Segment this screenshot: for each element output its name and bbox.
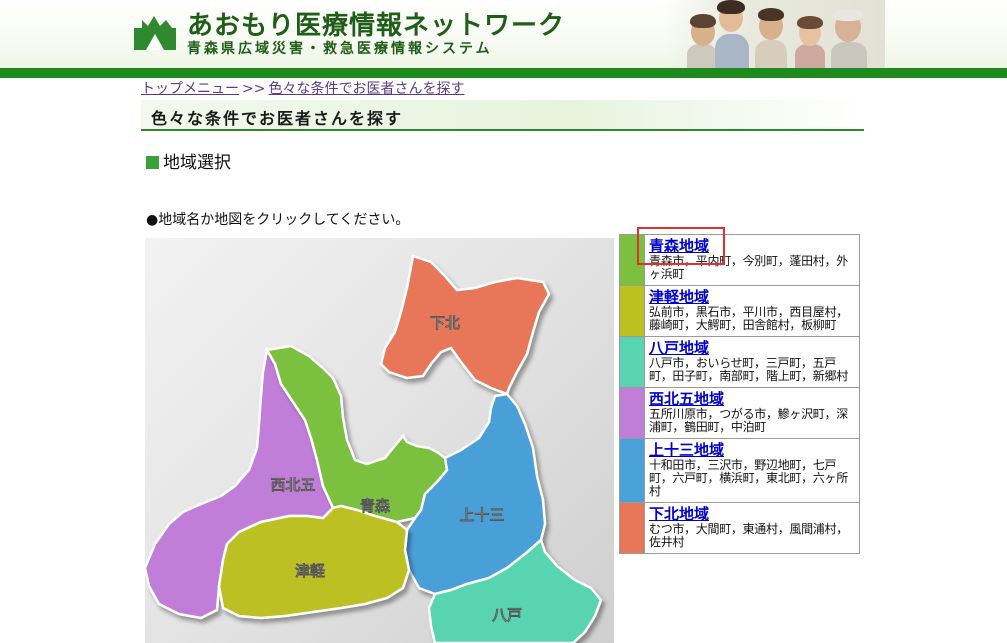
region-towns-text: 五所川原市，つがる市，鰺ヶ沢町，深浦町，鶴田町，中泊町 <box>649 407 848 434</box>
map-label-tsugaru[interactable]: 津軽 <box>295 562 326 580</box>
breadcrumb-top-menu-link[interactable]: トップメニュー <box>141 81 239 97</box>
region-row: 八戸地域 八戸市，おいらせ町，三戸町，五戸町，田子町，南部町，階上町，新郷村 <box>619 336 860 388</box>
breadcrumb-separator: >> <box>242 81 266 97</box>
breadcrumb-current-link[interactable]: 色々な条件でお医者さんを探す <box>268 81 464 97</box>
region-towns-text: 八戸市，おいらせ町，三戸町，五戸町，田子町，南部町，階上町，新郷村 <box>649 356 848 383</box>
page-title: 色々な条件でお医者さんを探す <box>151 109 404 128</box>
map-region-shimokita[interactable] <box>379 254 551 396</box>
site-subtitle: 青森県広域災害・救急医療情報システム <box>187 41 493 57</box>
instruction-text: ●地域名か地図をクリックしてください。 <box>146 212 410 228</box>
site-header: あおもり医療情報ネットワーク 青森県広域災害・救急医療情報システム <box>0 0 1007 68</box>
family-photo-icon <box>663 0 885 68</box>
map-label-nishikitago[interactable]: 西北五 <box>270 477 315 494</box>
sub-heading: 地域選択 <box>146 148 231 173</box>
sub-heading-text: 地域選択 <box>163 153 231 173</box>
region-color-swatch <box>619 336 645 388</box>
region-info-cell: 八戸地域 八戸市，おいらせ町，三戸町，五戸町，田子町，南部町，階上町，新郷村 <box>644 336 860 388</box>
region-row: 上十三地域 十和田市，三沢市，野辺地町，七戸町，六戸町，横浜町，東北町，六ヶ所村 <box>619 438 860 503</box>
map-label-hachinohe[interactable]: 八戸 <box>491 607 522 624</box>
region-row: 下北地域 むつ市，大間町，東通村，風間浦村，佐井村 <box>619 502 860 554</box>
section-header-bar: 色々な条件でお医者さんを探す <box>141 100 864 131</box>
map-label-aomori[interactable]: 青森 <box>360 497 391 515</box>
region-color-swatch <box>619 438 645 503</box>
region-towns-text: 弘前市，黒石市，平川市，西目屋村，藤崎町，大鰐町，田舎館村，板柳町 <box>649 305 848 332</box>
region-row: 津軽地域 弘前市，黒石市，平川市，西目屋村，藤崎町，大鰐町，田舎館村，板柳町 <box>619 285 860 337</box>
region-color-swatch <box>619 387 645 439</box>
region-link[interactable]: 津軽地域 <box>649 289 856 306</box>
map-label-kamitosan[interactable]: 上十三 <box>459 506 504 524</box>
region-color-swatch <box>619 285 645 337</box>
map-label-shimokita[interactable]: 下北 <box>430 315 460 332</box>
region-towns-text: 十和田市，三沢市，野辺地町，七戸町，六戸町，横浜町，東北町，六ヶ所村 <box>649 458 848 498</box>
region-color-swatch <box>619 502 645 554</box>
breadcrumb: トップメニュー >> 色々な条件でお医者さんを探す <box>141 78 464 98</box>
region-map: 下北 西北五 青森 上十三 津軽 八戸 <box>145 238 614 643</box>
region-color-swatch <box>619 234 645 286</box>
region-link[interactable]: 青森地域 <box>649 238 856 255</box>
header-divider <box>0 68 1007 78</box>
region-towns-text: 青森市，平内町，今別町，蓬田村，外ヶ浜町 <box>649 254 848 281</box>
region-info-cell: 西北五地域 五所川原市，つがる市，鰺ヶ沢町，深浦町，鶴田町，中泊町 <box>644 387 860 439</box>
region-info-cell: 津軽地域 弘前市，黒石市，平川市，西目屋村，藤崎町，大鰐町，田舎館村，板柳町 <box>644 285 860 337</box>
region-row: 西北五地域 五所川原市，つがる市，鰺ヶ沢町，深浦町，鶴田町，中泊町 <box>619 387 860 439</box>
aomori-prefecture-logo-icon <box>134 16 176 50</box>
region-info-cell: 下北地域 むつ市，大間町，東通村，風間浦村，佐井村 <box>644 502 860 554</box>
region-towns-text: むつ市，大間町，東通村，風間浦村，佐井村 <box>649 522 848 549</box>
region-row: 青森地域 青森市，平内町，今別町，蓬田村，外ヶ浜町 <box>619 234 860 286</box>
region-link[interactable]: 下北地域 <box>649 506 856 523</box>
square-bullet-icon <box>146 156 159 169</box>
region-link[interactable]: 西北五地域 <box>649 391 856 408</box>
region-list-table: 青森地域 青森市，平内町，今別町，蓬田村，外ヶ浜町 津軽地域 弘前市，黒石市，平川市，… <box>619 234 860 554</box>
site-title[interactable]: あおもり医療情報ネットワーク <box>187 5 565 42</box>
region-info-cell: 青森地域 青森市，平内町，今別町，蓬田村，外ヶ浜町 <box>644 234 860 286</box>
region-info-cell: 上十三地域 十和田市，三沢市，野辺地町，七戸町，六戸町，横浜町，東北町，六ヶ所村 <box>644 438 860 503</box>
region-link[interactable]: 八戸地域 <box>649 340 856 357</box>
region-link[interactable]: 上十三地域 <box>649 442 856 459</box>
